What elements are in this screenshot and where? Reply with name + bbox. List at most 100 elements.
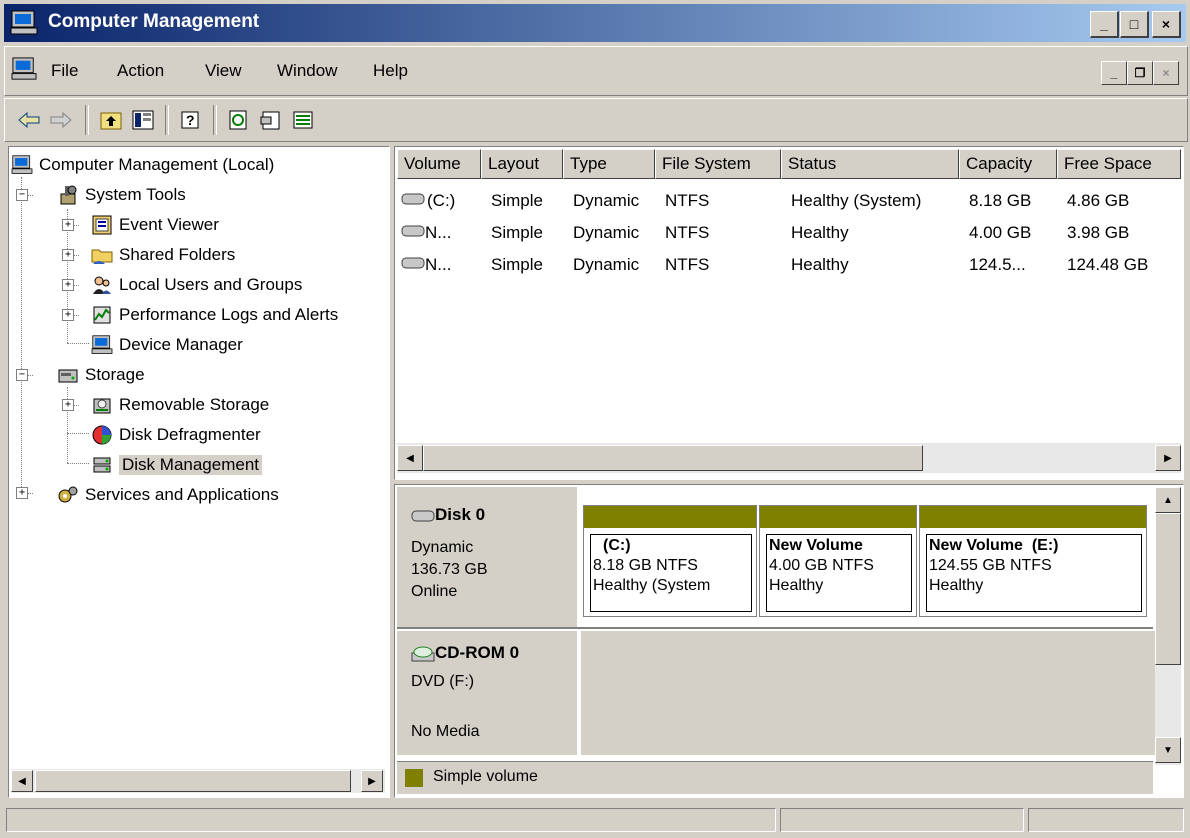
- scroll-up-button[interactable]: ▲: [1155, 487, 1181, 513]
- legend-label: Simple volume: [433, 768, 538, 785]
- tree-label: Computer Management (Local): [39, 155, 275, 174]
- scroll-thumb[interactable]: [1155, 513, 1181, 665]
- scroll-left-button[interactable]: ◀: [397, 445, 423, 471]
- column-header-capacity[interactable]: Capacity: [959, 149, 1057, 179]
- mdi-close-button[interactable]: ×: [1153, 61, 1179, 85]
- cell-layout: Simple: [491, 223, 543, 242]
- tree-item-computer-management[interactable]: Computer Management (Local): [11, 151, 274, 179]
- event-viewer-icon: [91, 214, 113, 236]
- partition-status: Healthy (System: [593, 577, 711, 594]
- menu-action[interactable]: Action: [117, 61, 164, 81]
- list-horizontal-scrollbar[interactable]: ◀ ▶: [397, 443, 1181, 473]
- table-row[interactable]: (C:) Simple Dynamic NTFS Healthy (System…: [397, 187, 1181, 217]
- expand-toggle[interactable]: +: [16, 487, 28, 499]
- tree-item-services-applications[interactable]: Services and Applications: [57, 481, 279, 509]
- computer-icon[interactable]: [11, 57, 37, 86]
- column-header-status[interactable]: Status: [781, 149, 959, 179]
- tree-item-device-manager[interactable]: Device Manager: [91, 331, 243, 359]
- disk0-label-panel[interactable]: Disk 0 Dynamic 136.73 GB Online: [397, 487, 577, 627]
- mdi-restore-button[interactable]: ❐: [1127, 61, 1153, 85]
- scroll-down-button[interactable]: ▼: [1155, 737, 1181, 763]
- performance-icon: [91, 304, 113, 326]
- tree-label: Performance Logs and Alerts: [119, 305, 339, 324]
- maximize-button[interactable]: □: [1120, 11, 1149, 38]
- menu-bar: File Action View Window Help _ ❐ ×: [4, 46, 1188, 96]
- tree-label: Disk Defragmenter: [119, 425, 261, 444]
- tree-item-storage[interactable]: Storage: [57, 361, 145, 389]
- tree-label: Disk Management: [119, 455, 263, 475]
- menu-file[interactable]: File: [51, 61, 78, 81]
- menu-view[interactable]: View: [205, 61, 242, 81]
- console-tree[interactable]: − + + + + − + + Computer Management (Loc…: [8, 146, 390, 798]
- export-list-icon[interactable]: [289, 107, 317, 133]
- column-header-volume[interactable]: Volume: [397, 149, 481, 179]
- expand-toggle[interactable]: +: [62, 279, 74, 291]
- tree-item-performance-logs[interactable]: Performance Logs and Alerts: [91, 301, 338, 329]
- show-hide-tree-icon[interactable]: [129, 107, 157, 133]
- refresh-icon[interactable]: [225, 107, 253, 133]
- column-header-layout[interactable]: Layout: [481, 149, 563, 179]
- volume-icon: [401, 223, 425, 243]
- mdi-minimize-button[interactable]: _: [1101, 61, 1127, 85]
- tree-item-system-tools[interactable]: System Tools: [57, 181, 186, 209]
- tree-item-removable-storage[interactable]: Removable Storage: [91, 391, 269, 419]
- help-icon[interactable]: ?: [177, 107, 205, 133]
- volume-list[interactable]: Volume Layout Type File System Status Ca…: [394, 146, 1184, 480]
- cdrom0-name: CD-ROM 0: [435, 643, 520, 662]
- cell-type: Dynamic: [573, 223, 640, 242]
- status-panel-middle: [780, 808, 1024, 832]
- tree-label: Shared Folders: [119, 245, 236, 264]
- partition-c[interactable]: (C:) 8.18 GB NTFS Healthy (System: [583, 505, 757, 617]
- collapse-toggle[interactable]: −: [16, 369, 28, 381]
- title-bar[interactable]: Computer Management _ □ ×: [4, 4, 1186, 42]
- column-header-type[interactable]: Type: [563, 149, 655, 179]
- status-panel-right: [1028, 808, 1184, 832]
- scroll-right-button[interactable]: ▶: [1155, 445, 1181, 471]
- scroll-thumb[interactable]: [423, 445, 923, 471]
- table-row[interactable]: N... Simple Dynamic NTFS Healthy 4.00 GB…: [397, 219, 1181, 249]
- menu-window[interactable]: Window: [277, 61, 337, 81]
- expand-toggle[interactable]: +: [62, 309, 74, 321]
- tools-icon: [57, 184, 79, 206]
- minimize-button[interactable]: _: [1090, 11, 1119, 38]
- column-header-free-space[interactable]: Free Space: [1057, 149, 1181, 179]
- back-arrow-icon[interactable]: [15, 107, 43, 133]
- tree-item-disk-management[interactable]: Disk Management: [91, 451, 263, 479]
- collapse-toggle[interactable]: −: [16, 189, 28, 201]
- expand-toggle[interactable]: +: [62, 399, 74, 411]
- cell-capacity: 4.00 GB: [969, 223, 1032, 242]
- partition-new-volume[interactable]: New Volume 4.00 GB NTFS Healthy: [759, 505, 917, 617]
- column-header-file-system[interactable]: File System: [655, 149, 781, 179]
- cell-capacity: 8.18 GB: [969, 191, 1032, 210]
- toolbar: ?: [4, 98, 1188, 142]
- partition-title: (C:): [603, 537, 631, 554]
- expand-toggle[interactable]: +: [62, 219, 74, 231]
- cdrom0-label-panel[interactable]: CD-ROM 0 DVD (F:) No Media: [397, 631, 577, 755]
- disk0-type: Dynamic: [411, 539, 474, 556]
- properties-icon[interactable]: [257, 107, 285, 133]
- partition-e[interactable]: New Volume (E:) 124.55 GB NTFS Healthy: [919, 505, 1147, 617]
- up-folder-icon[interactable]: [97, 107, 125, 133]
- scroll-thumb[interactable]: [35, 770, 351, 792]
- graph-vertical-scrollbar[interactable]: ▲ ▼: [1155, 487, 1181, 765]
- disk-graphical-view[interactable]: Disk 0 Dynamic 136.73 GB Online (C:) 8.1…: [394, 484, 1184, 798]
- tree-label: System Tools: [85, 185, 186, 204]
- volume-icon: [401, 255, 425, 275]
- forward-arrow-icon[interactable]: [47, 107, 75, 133]
- tree-item-shared-folders[interactable]: Shared Folders: [91, 241, 235, 269]
- tree-item-local-users-groups[interactable]: Local Users and Groups: [91, 271, 302, 299]
- scroll-left-button[interactable]: ◀: [11, 770, 33, 792]
- toolbar-separator: [85, 105, 89, 135]
- menu-help[interactable]: Help: [373, 61, 408, 81]
- expand-toggle[interactable]: +: [62, 249, 74, 261]
- partition-title: New Volume: [769, 537, 863, 554]
- window-title: Computer Management: [48, 11, 260, 32]
- partition-bar: [760, 506, 916, 528]
- tree-item-event-viewer[interactable]: Event Viewer: [91, 211, 219, 239]
- scroll-right-button[interactable]: ▶: [361, 770, 383, 792]
- tree-horizontal-scrollbar[interactable]: ◀ ▶: [11, 769, 385, 793]
- table-row[interactable]: N... Simple Dynamic NTFS Healthy 124.5..…: [397, 251, 1181, 281]
- device-manager-icon: [91, 334, 113, 356]
- close-button[interactable]: ×: [1152, 11, 1181, 38]
- tree-item-disk-defragmenter[interactable]: Disk Defragmenter: [91, 421, 261, 449]
